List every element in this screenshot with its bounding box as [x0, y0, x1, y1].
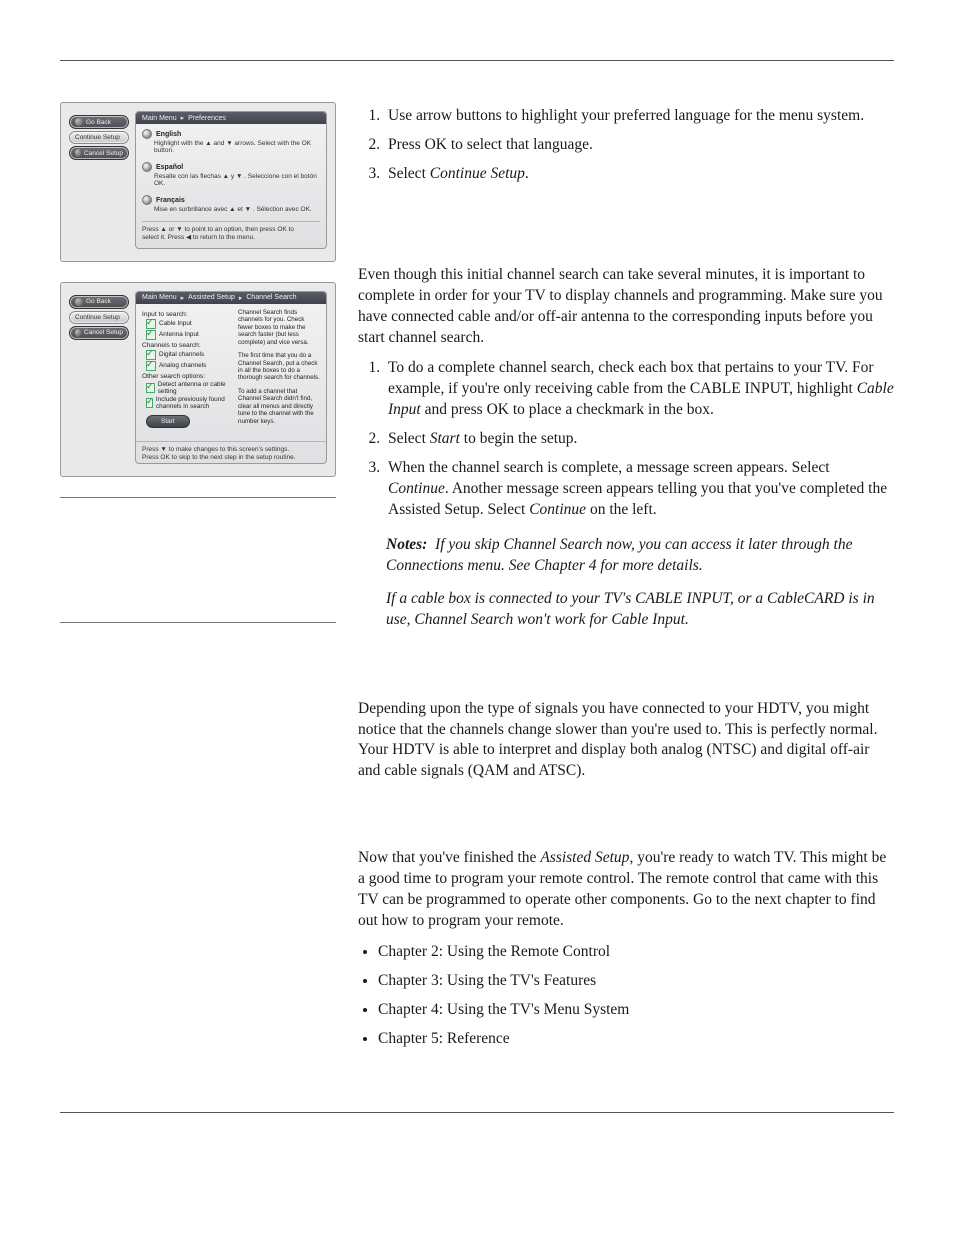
bottom-rule — [60, 1112, 894, 1114]
go-back-button[interactable]: Go Back — [69, 115, 129, 129]
divider — [60, 497, 336, 498]
radio-icon[interactable] — [142, 162, 152, 172]
lang-espanol: Español — [156, 164, 183, 171]
analog-channels-label: Analog channels — [159, 362, 206, 369]
channel-search-window: Go Back Continue Setup Cancel Setup Main… — [60, 282, 336, 477]
list-item: Chapter 2: Using the Remote Control — [378, 942, 894, 963]
channels-to-search-label: Channels to search: — [142, 342, 232, 349]
top-rule — [60, 60, 894, 62]
list-item: Chapter 3: Using the TV's Features — [378, 971, 894, 992]
lang-english-hint: Highlight with the ▲ and ▼ arrows. Selec… — [154, 140, 320, 154]
channel-search-intro: Even though this initial channel search … — [358, 265, 894, 349]
checkbox-icon[interactable] — [146, 398, 153, 408]
radio-icon[interactable] — [142, 129, 152, 139]
list-item: Chapter 5: Reference — [378, 1029, 894, 1050]
cs-step-3: When the channel search is complete, a m… — [384, 458, 894, 521]
lang-francais: Français — [156, 197, 185, 204]
continue-setup-label: Continue Setup — [75, 134, 120, 141]
include-previous-label: Include previously found channels in sea… — [156, 396, 232, 410]
detect-setting-label: Detect antenna or cable setting — [158, 381, 232, 395]
cancel-setup-label: Cancel Setup — [84, 329, 123, 336]
chevron-right-icon: ▸ — [181, 294, 185, 302]
breadcrumb: Main Menu ▸ Assisted Setup ▸ Channel Sea… — [136, 292, 326, 304]
go-back-label: Go Back — [86, 119, 111, 126]
list-item: Chapter 4: Using the TV's Menu System — [378, 1000, 894, 1021]
chevron-right-icon: ▸ — [181, 114, 185, 122]
cable-input-label: Cable Input — [159, 320, 192, 327]
cs-desc-1: Channel Search finds channels for you. C… — [238, 309, 320, 346]
note-2: If a cable box is connected to your TV's… — [386, 589, 894, 631]
footer-line-2: select it. Press ◀ to return to the menu… — [142, 234, 320, 242]
lang-francais-hint: Mise en surbrillance avec ▲ et ▼ . Sélec… — [154, 206, 320, 213]
cs-step-2: Select Start to begin the setup. — [384, 429, 894, 450]
changing-channels-note: Depending upon the type of signals you h… — [358, 699, 894, 783]
continue-setup-button[interactable]: Continue Setup — [69, 131, 129, 144]
breadcrumb: Main Menu ▸ Preferences — [136, 112, 326, 124]
continue-setup-button[interactable]: Continue Setup — [69, 311, 129, 324]
lang-english: English — [156, 131, 181, 138]
go-back-label: Go Back — [86, 298, 111, 305]
start-label: Start — [161, 418, 175, 425]
whats-next: Now that you've finished the Assisted Se… — [358, 848, 894, 932]
chevron-right-icon: ▸ — [239, 294, 243, 302]
divider — [60, 622, 336, 623]
checkbox-icon[interactable] — [146, 383, 155, 393]
start-button[interactable]: Start — [146, 415, 190, 428]
other-options-label: Other search options: — [142, 373, 232, 380]
checkbox-icon[interactable] — [146, 361, 156, 371]
radio-icon[interactable] — [142, 195, 152, 205]
cancel-setup-label: Cancel Setup — [84, 150, 123, 157]
input-to-search-label: Input to search: — [142, 311, 232, 318]
step-2: Press OK to select that language. — [384, 135, 894, 156]
breadcrumb-2: Assisted Setup — [188, 294, 235, 301]
lang-espanol-hint: Resalte con las flechas ▲ y ▼ . Seleccio… — [154, 173, 320, 187]
cs-desc-3: To add a channel that Channel Search did… — [238, 388, 320, 425]
antenna-input-label: Antenna Input — [159, 331, 199, 338]
note-1: Notes: If you skip Channel Search now, y… — [386, 535, 894, 577]
cs-footer-2: Press OK to skip to the next step in the… — [142, 454, 320, 462]
breadcrumb-2: Preferences — [188, 115, 226, 122]
cancel-setup-button[interactable]: Cancel Setup — [69, 146, 129, 160]
breadcrumb-3: Channel Search — [246, 294, 296, 301]
cs-footer-1: Press ▼ to make changes to this screen's… — [142, 446, 320, 454]
breadcrumb-1: Main Menu — [142, 115, 177, 122]
continue-setup-label: Continue Setup — [75, 314, 120, 321]
footer-line-1: Press ▲ or ▼ to point to an option, then… — [142, 226, 320, 234]
cs-step-1: To do a complete channel search, check e… — [384, 358, 894, 421]
checkbox-icon[interactable] — [146, 330, 156, 340]
digital-channels-label: Digital channels — [159, 351, 204, 358]
preferences-window: Go Back Continue Setup Cancel Setup Main… — [60, 102, 336, 262]
step-3: Select Continue Setup. — [384, 164, 894, 185]
cancel-setup-button[interactable]: Cancel Setup — [69, 326, 129, 340]
cs-desc-2: The first time that you do a Channel Sea… — [238, 352, 320, 382]
go-back-button[interactable]: Go Back — [69, 295, 129, 309]
breadcrumb-1: Main Menu — [142, 294, 177, 301]
step-1: Use arrow buttons to highlight your pref… — [384, 106, 894, 127]
